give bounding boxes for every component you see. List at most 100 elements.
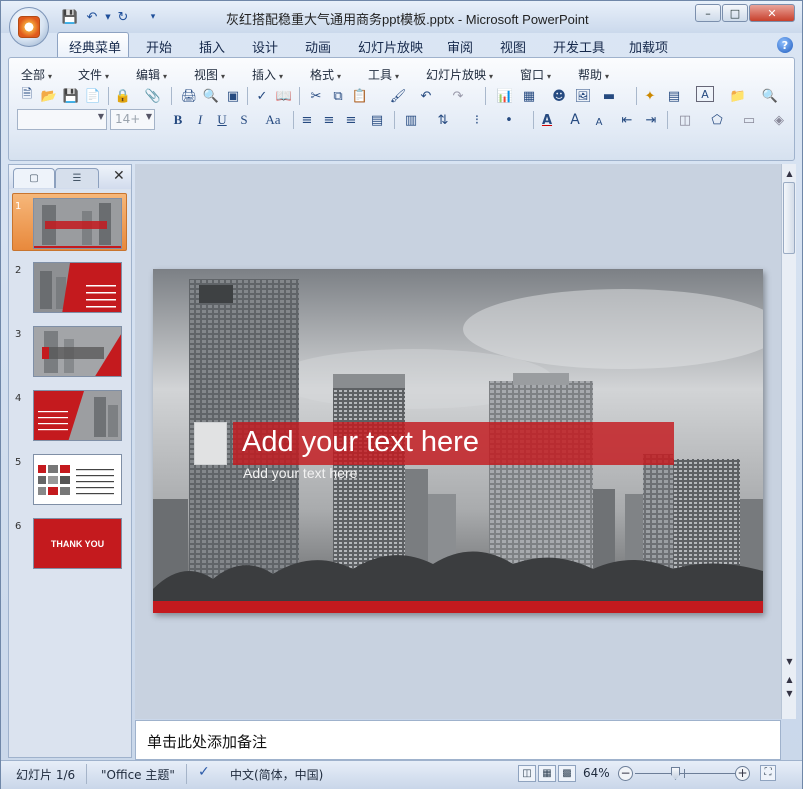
line-color-icon[interactable]: ▬	[599, 86, 619, 106]
zoom-out-icon[interactable]: −	[618, 766, 633, 781]
spell-check-icon[interactable]: ✓	[198, 764, 210, 780]
arrange-icon[interactable]: ◫	[675, 110, 695, 130]
columns-icon[interactable]: ▥	[401, 110, 421, 130]
cut-icon[interactable]: ✂	[306, 86, 326, 106]
menu-help[interactable]: 帮助 ▾	[578, 66, 609, 83]
redo-icon[interactable]: ↻	[114, 8, 132, 26]
clipart-icon[interactable]: ☻	[549, 86, 569, 106]
tab-insert[interactable]: 插入	[199, 37, 225, 56]
align-left-icon[interactable]: ≡	[297, 110, 317, 130]
zoom-slider-thumb[interactable]	[671, 767, 680, 780]
slide-icon[interactable]: ▣	[223, 86, 243, 106]
decrease-indent-icon[interactable]: ⇤	[617, 110, 637, 130]
print-icon[interactable]: 🖨	[179, 86, 199, 106]
notes-pane[interactable]: 单击此处添加备注	[135, 720, 781, 760]
textbox-icon[interactable]: A	[696, 86, 714, 102]
slide-thumbnail-2[interactable]	[33, 262, 122, 313]
align-center-icon[interactable]: ≡	[319, 110, 339, 130]
folder-icon[interactable]: 📁	[728, 86, 748, 106]
minimize-button[interactable]: –	[695, 4, 721, 22]
change-case-button[interactable]: Aa	[261, 110, 285, 130]
menu-slideshow[interactable]: 幻灯片放映 ▾	[426, 66, 493, 83]
tab-home[interactable]: 开始	[146, 37, 172, 56]
spelling-icon[interactable]: ✓	[252, 86, 272, 106]
slide-sorter-icon[interactable]: ▦	[538, 765, 556, 782]
font-color-button[interactable]: A	[537, 110, 557, 130]
picture-icon[interactable]: 🖼	[573, 86, 593, 106]
font-size-combo[interactable]: 14+ ▼	[110, 109, 155, 130]
next-slide-icon[interactable]: ▼	[783, 686, 796, 700]
attach-icon[interactable]: 📎	[143, 86, 163, 106]
tab-animation[interactable]: 动画	[305, 37, 331, 56]
shadow-button[interactable]: S	[234, 110, 254, 130]
menu-insert[interactable]: 插入 ▾	[252, 66, 283, 83]
fit-to-window-icon[interactable]: ⛶	[760, 765, 776, 781]
slide-thumbnail-1[interactable]	[33, 198, 122, 249]
normal-view-icon[interactable]: ◫	[518, 765, 536, 782]
tab-design[interactable]: 设计	[252, 37, 278, 56]
new-icon[interactable]: 🗎	[17, 86, 37, 106]
slide-thumbnail-3[interactable]	[33, 326, 122, 377]
previous-slide-icon[interactable]: ▲	[783, 672, 796, 686]
print-preview-icon[interactable]: 🔍	[201, 86, 221, 106]
table-icon[interactable]: ▦	[519, 86, 539, 106]
research-icon[interactable]: 📖	[274, 86, 294, 106]
pdf-icon[interactable]: 📄	[83, 86, 103, 106]
slide-thumbnail-6[interactable]: THANK YOU	[33, 518, 122, 569]
copy-icon[interactable]: ⧉	[328, 86, 348, 106]
menu-tools[interactable]: 工具 ▾	[368, 66, 399, 83]
zoom-level[interactable]: 64%	[583, 766, 610, 780]
justify-icon[interactable]: ▤	[367, 110, 387, 130]
save-icon[interactable]: 💾	[61, 86, 81, 106]
zoom-slider-track[interactable]	[635, 773, 735, 774]
slide-thumbnail-4[interactable]	[33, 390, 122, 441]
menu-window[interactable]: 窗口 ▾	[520, 66, 551, 83]
scroll-up-icon[interactable]: ▲	[783, 166, 796, 180]
outline-tab-icon[interactable]: ☰	[55, 168, 99, 188]
vertical-scrollbar[interactable]: ▲ ▼ ▲ ▼	[781, 164, 796, 719]
layout-icon[interactable]: ▤	[664, 86, 684, 106]
tab-review[interactable]: 审阅	[447, 37, 473, 56]
shape-fill-icon[interactable]: ◈	[769, 110, 789, 130]
slide-canvas[interactable]: Add your text here Add your text here	[153, 269, 763, 613]
save-icon[interactable]: 💾	[61, 8, 79, 26]
tab-addins[interactable]: 加载项	[629, 37, 668, 56]
redo-icon[interactable]: ↷	[448, 86, 468, 106]
slide-thumbnail-5[interactable]	[33, 454, 122, 505]
shapes-icon[interactable]: ⬠	[707, 110, 727, 130]
align-right-icon[interactable]: ≡	[341, 110, 361, 130]
slides-tab-icon[interactable]: ▢	[13, 168, 55, 188]
slide-title[interactable]: Add your text here	[242, 426, 479, 459]
font-name-combo[interactable]: ▼	[17, 109, 107, 130]
slide-subtitle[interactable]: Add your text here	[243, 465, 357, 481]
language-indicator[interactable]: 中文(简体，中国)	[230, 766, 323, 783]
tab-view[interactable]: 视图	[500, 37, 526, 56]
find-icon[interactable]: 🔍	[760, 86, 780, 106]
line-spacing-icon[interactable]: ⇅	[433, 110, 453, 130]
shape-style-icon[interactable]: ▭	[739, 110, 759, 130]
maximize-button[interactable]: □	[722, 4, 748, 22]
paste-icon[interactable]: 📋	[350, 86, 370, 106]
shrink-font-button[interactable]: A	[589, 112, 609, 132]
bold-button[interactable]: B	[168, 110, 188, 130]
menu-view[interactable]: 视图 ▾	[194, 66, 225, 83]
permission-icon[interactable]: 🔒	[113, 86, 133, 106]
panel-close-icon[interactable]: ✕	[113, 168, 125, 184]
scroll-down-icon[interactable]: ▼	[783, 654, 796, 668]
undo-icon[interactable]: ↶	[416, 86, 436, 106]
grow-font-button[interactable]: A	[565, 110, 585, 130]
open-icon[interactable]: 📂	[39, 86, 59, 106]
office-button[interactable]	[9, 7, 49, 47]
menu-all[interactable]: 全部 ▾	[21, 66, 52, 83]
underline-button[interactable]: U	[212, 110, 232, 130]
customize-qat-icon[interactable]: ▾	[144, 8, 162, 26]
menu-format[interactable]: 格式 ▾	[310, 66, 341, 83]
close-button[interactable]: ✕	[749, 4, 795, 22]
menu-edit[interactable]: 编辑 ▾	[136, 66, 167, 83]
increase-indent-icon[interactable]: ⇥	[641, 110, 661, 130]
new-slide-icon[interactable]: ✦	[640, 86, 660, 106]
numbering-icon[interactable]: ⁝	[467, 110, 487, 130]
menu-file[interactable]: 文件 ▾	[78, 66, 109, 83]
tab-classic-menu[interactable]: 经典菜单	[69, 37, 121, 56]
format-painter-icon[interactable]: 🖌	[388, 86, 408, 106]
